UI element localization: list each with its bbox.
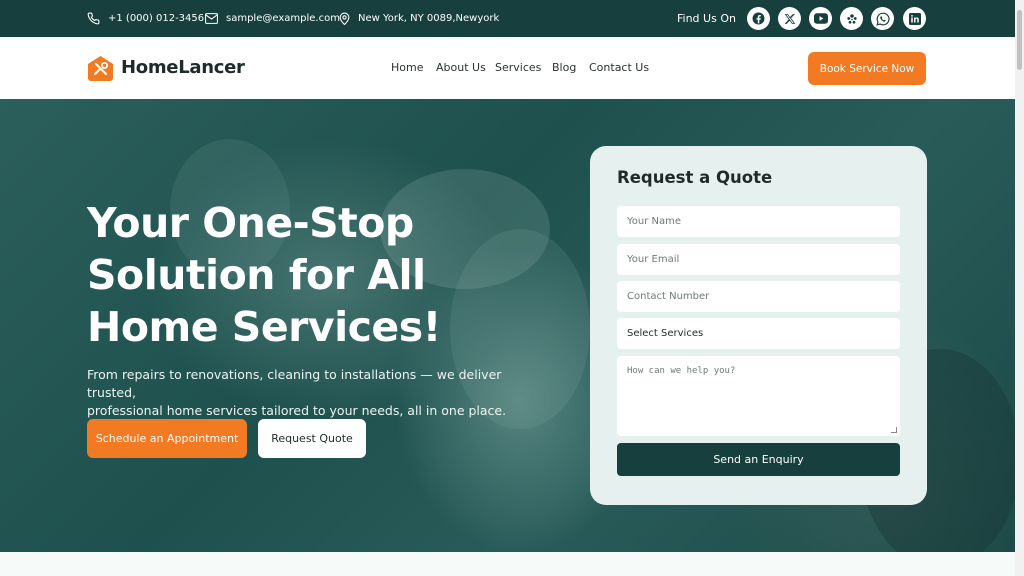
resize-handle-icon[interactable] xyxy=(891,427,897,433)
hero-title-line: Home Services! xyxy=(87,303,441,351)
quote-form-card: Request a Quote Your Name Your Email Con… xyxy=(590,146,927,505)
phone-icon xyxy=(87,12,100,25)
phone-number: +1 (000) 012-3456 xyxy=(108,13,205,24)
hero-subtitle-line: professional home services tailored to y… xyxy=(87,403,507,418)
youtube-icon[interactable] xyxy=(809,7,832,30)
hero-section: Your One-Stop Solution for All Home Serv… xyxy=(0,99,1015,552)
mail-icon xyxy=(205,13,218,24)
scrollbar-thumb[interactable] xyxy=(1017,10,1022,70)
services-select[interactable]: Select Services xyxy=(617,318,900,349)
facebook-icon[interactable] xyxy=(747,7,770,30)
top-bar: +1 (000) 012-3456 sample@example.com New… xyxy=(0,0,1015,37)
address-contact: New York, NY 0089,Newyork xyxy=(339,0,499,37)
nav-home[interactable]: Home xyxy=(391,61,423,74)
send-enquiry-button[interactable]: Send an Enquiry xyxy=(617,443,900,476)
hero-title-line: Solution for All xyxy=(87,251,426,299)
request-quote-button[interactable]: Request Quote xyxy=(258,419,366,458)
book-service-button[interactable]: Book Service Now xyxy=(808,52,926,85)
find-us-label: Find Us On xyxy=(677,12,736,25)
address-text: New York, NY 0089,Newyork xyxy=(358,13,500,24)
linkedin-icon[interactable] xyxy=(903,7,926,30)
message-textarea[interactable]: How can we help you? xyxy=(617,356,900,436)
email-address: sample@example.com xyxy=(226,13,340,24)
email-input[interactable]: Your Email xyxy=(617,244,900,275)
phone-contact[interactable]: +1 (000) 012-3456 xyxy=(87,0,204,37)
brand-name[interactable]: HomeLancer xyxy=(121,57,245,78)
hero-title-line: Your One-Stop xyxy=(87,199,414,247)
email-contact[interactable]: sample@example.com xyxy=(205,0,340,37)
quote-form-title: Request a Quote xyxy=(617,168,773,187)
next-section-edge xyxy=(0,552,1015,576)
nav-about-us[interactable]: About Us xyxy=(436,61,486,74)
message-placeholder: How can we help you? xyxy=(627,366,736,376)
hero-title: Your One-Stop Solution for All Home Serv… xyxy=(87,197,507,353)
name-input[interactable]: Your Name xyxy=(617,206,900,237)
x-icon[interactable] xyxy=(778,7,801,30)
nav-contact-us[interactable]: Contact Us xyxy=(589,61,649,74)
page-scrollbar[interactable] xyxy=(1015,0,1024,576)
map-pin-icon xyxy=(339,12,350,25)
yelp-icon[interactable] xyxy=(840,7,863,30)
nav-blog[interactable]: Blog xyxy=(552,61,576,74)
main-navbar: HomeLancer Home About Us Services Blog C… xyxy=(0,37,1015,99)
schedule-appointment-button[interactable]: Schedule an Appointment xyxy=(87,419,247,458)
whatsapp-icon[interactable] xyxy=(871,7,894,30)
contact-number-input[interactable]: Contact Number xyxy=(617,281,900,312)
hero-subtitle-line: From repairs to renovations, cleaning to… xyxy=(87,367,502,400)
logo-icon[interactable] xyxy=(87,55,114,82)
hero-subtitle: From repairs to renovations, cleaning to… xyxy=(87,366,527,420)
nav-services[interactable]: Services xyxy=(495,61,541,74)
